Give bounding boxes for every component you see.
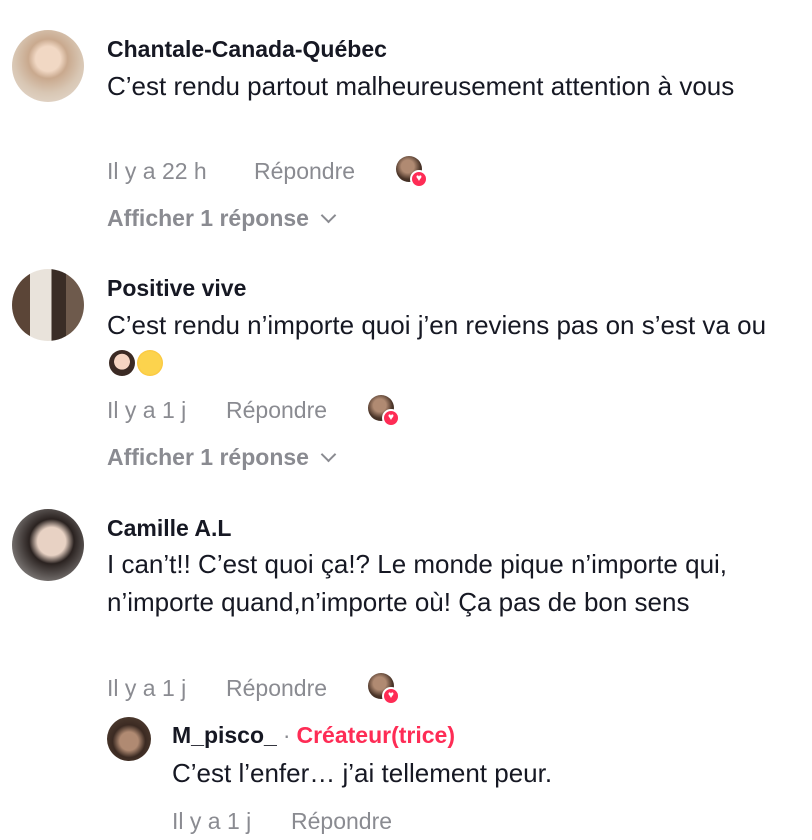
view-replies-label: Afficher 1 réponse bbox=[107, 444, 309, 470]
creator-badge: Créateur(trice) bbox=[296, 722, 456, 748]
creator-liked-badge: ♥ bbox=[368, 673, 400, 705]
reply-timestamp: Il y a 1 j bbox=[172, 808, 252, 834]
reply-username[interactable]: M_pisco_ bbox=[172, 722, 277, 748]
reply-button[interactable]: Répondre bbox=[226, 675, 327, 702]
chevron-down-icon bbox=[320, 446, 337, 463]
disappointed-face-emoji bbox=[137, 350, 163, 376]
comment-timestamp: Il y a 1 j bbox=[107, 675, 187, 701]
reply-button[interactable]: Répondre bbox=[226, 397, 327, 424]
comment-username[interactable]: Camille A.L bbox=[107, 515, 231, 542]
reply-text: C’est l’enfer… j’ai tellement peur. bbox=[172, 758, 553, 788]
view-replies-button[interactable]: Afficher 1 réponse bbox=[107, 444, 337, 471]
comment-username[interactable]: Positive vive bbox=[107, 275, 246, 302]
woman-facepalming-emoji bbox=[109, 350, 135, 376]
avatar[interactable] bbox=[12, 269, 84, 341]
reply-item: M_pisco_ · Créateur(trice) C’est l’enfer… … bbox=[0, 0, 812, 834]
avatar[interactable] bbox=[12, 509, 84, 581]
heart-icon: ♥ bbox=[382, 409, 400, 427]
separator-dot: · bbox=[282, 722, 291, 748]
comment-text: C’est rendu n’importe quoi j’en reviens … bbox=[107, 306, 797, 382]
comment-text: I can’t!! C’est quoi ça!? Le monde pique… bbox=[107, 549, 728, 617]
comment-timestamp: Il y a 1 j bbox=[107, 397, 187, 423]
avatar[interactable] bbox=[107, 717, 151, 761]
comment-text-content: C’est rendu n’importe quoi j’en reviens … bbox=[107, 310, 767, 340]
creator-liked-badge: ♥ bbox=[368, 395, 400, 427]
reply-username-line: M_pisco_ · Créateur(trice) bbox=[172, 722, 455, 749]
reply-button[interactable]: Répondre bbox=[291, 808, 392, 835]
heart-icon: ♥ bbox=[382, 687, 400, 705]
